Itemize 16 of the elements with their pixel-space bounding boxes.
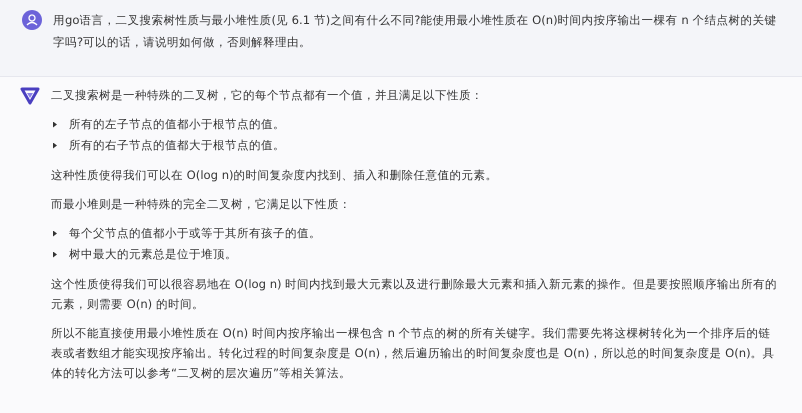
answer-paragraph: 所以不能直接使用最小堆性质在 O(n) 时间内按序输出一棵包含 n 个节点的树的所有关键字。我们需要先将这棵树转化为一个排序后的链表或者数组才能实现按序输出。转化过程的时间复杂度是 O(n)，然后遍历输出的时间复杂度也是 O(n)，所以总的时间复杂度是 O(n)。具体的转化方法可以参考“二叉树的层次遍历”等相关算法。 (51, 325, 776, 382)
bullet-icon (53, 122, 57, 128)
bullet-item-text: 所有的右子节点的值都大于根节点的值。 (69, 137, 285, 154)
answer-paragraph: 而最小堆则是一种特殊的完全二叉树，它满足以下性质： (51, 196, 352, 213)
bullet-item-text: 每个父节点的值都小于或等于其所有孩子的值。 (69, 225, 321, 242)
bullet-item-text: 所有的左子节点的值都小于根节点的值。 (69, 116, 285, 133)
user-avatar-icon (22, 10, 42, 30)
answer-paragraph: 这个性质使得我们可以很容易地在 O(log n) 时间内找到最大元素以及进行删除最大元素和插入新元素的操作。但是要按照顺序输出所有的元素，则需要 O(n) 的时间。 (51, 276, 778, 313)
question-text: 用go语言，二叉搜索树性质与最小堆性质(见 6.1 节)之间有什么不同?能使用最小堆性质在 O(n)时间内按序输出一棵有 n 个结点树的关键字吗?可以的话，请说明如何做，否则解释理由。 (53, 12, 778, 51)
bullet-icon (53, 252, 57, 258)
bullet-icon (53, 230, 57, 236)
bullet-icon (53, 142, 57, 148)
assistant-logo-icon (20, 85, 40, 105)
answer-paragraph: 二叉搜索树是一种特殊的二叉树，它的每个节点都有一个值，并且满足以下性质： (51, 87, 484, 104)
answer-paragraph: 这种性质使得我们可以在 O(log n)的时间复杂度内找到、插入和删除任意值的元素。 (51, 167, 499, 184)
bullet-item-text: 树中最大的元素总是位于堆顶。 (69, 246, 237, 263)
